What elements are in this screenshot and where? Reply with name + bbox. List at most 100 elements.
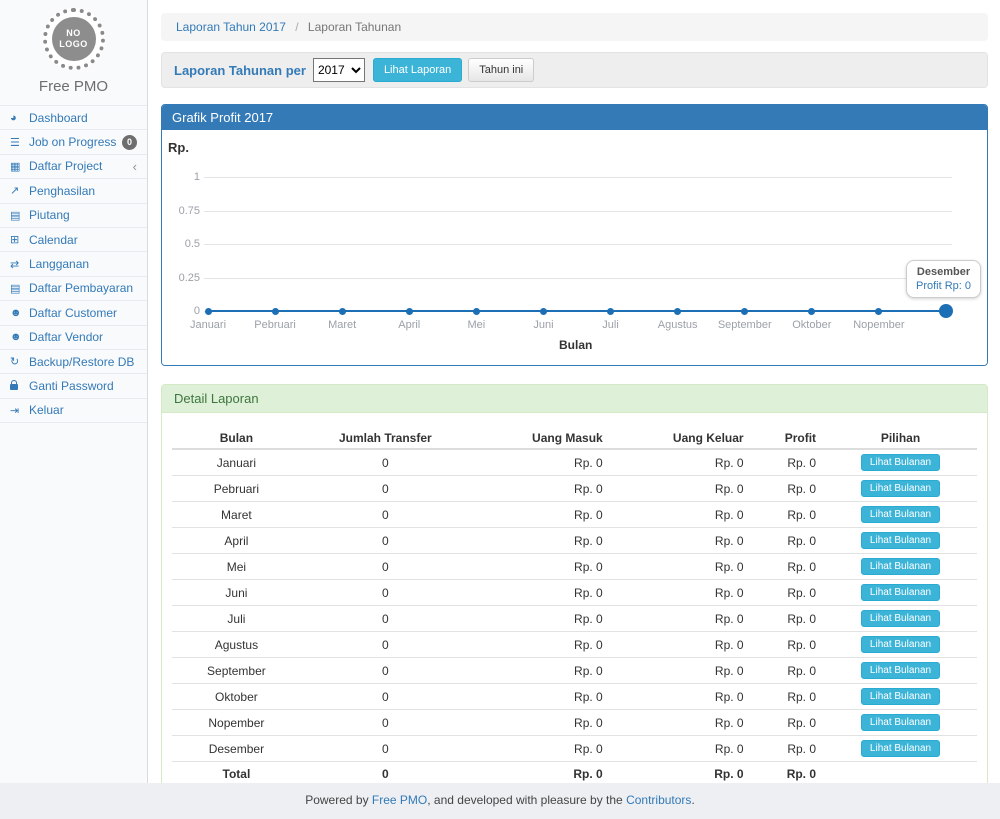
lihat-bulanan-button[interactable]: Lihat Bulanan: [861, 584, 940, 601]
sidebar-item-piutang[interactable]: ▤Piutang: [0, 204, 147, 228]
cell-pilihan: Lihat Bulanan: [824, 554, 977, 580]
sidebar-item-daftar-pembayaran[interactable]: ▤Daftar Pembayaran: [0, 277, 147, 301]
table-row: Mei0Rp. 0Rp. 0Rp. 0Lihat Bulanan: [172, 554, 977, 580]
lihat-bulanan-button[interactable]: Lihat Bulanan: [861, 454, 940, 471]
cell-bulan: Juni: [172, 580, 301, 606]
lihat-bulanan-button[interactable]: Lihat Bulanan: [861, 610, 940, 627]
footer-link-freepmo[interactable]: Free PMO: [372, 793, 427, 807]
footer-text-suffix: .: [691, 793, 694, 807]
cell-uang-keluar: Rp. 0: [611, 658, 752, 684]
data-point-oktober[interactable]: [808, 308, 815, 315]
table-row: Juni0Rp. 0Rp. 0Rp. 0Lihat Bulanan: [172, 580, 977, 606]
data-point-agustus[interactable]: [674, 308, 681, 315]
cell-jumlah-transfer: 0: [301, 554, 470, 580]
sidebar-item-daftar-customer[interactable]: ☻Daftar Customer: [0, 301, 147, 325]
sidebar-item-backup-restore-db[interactable]: ↻Backup/Restore DB: [0, 350, 147, 374]
breadcrumb-link[interactable]: Laporan Tahun 2017: [176, 20, 286, 34]
col-bulan: Bulan: [172, 428, 301, 449]
cell-uang-masuk: Rp. 0: [470, 632, 611, 658]
cell-uang-masuk: Rp. 0: [470, 580, 611, 606]
table-row: Desember0Rp. 0Rp. 0Rp. 0Lihat Bulanan: [172, 736, 977, 762]
cell-uang-keluar: Rp. 0: [611, 476, 752, 502]
lihat-bulanan-button[interactable]: Lihat Bulanan: [861, 662, 940, 679]
table-icon: ▦: [10, 160, 26, 173]
data-point-desember[interactable]: [939, 304, 953, 318]
sidebar-item-label: Daftar Pembayaran: [29, 281, 133, 295]
lihat-bulanan-button[interactable]: Lihat Bulanan: [861, 558, 940, 575]
sidebar-item-langganan[interactable]: ⇄Langganan: [0, 252, 147, 276]
lihat-bulanan-button[interactable]: Lihat Bulanan: [861, 636, 940, 653]
money-icon: ▤: [10, 209, 26, 222]
cell-jumlah-transfer: 0: [301, 606, 470, 632]
year-select[interactable]: 2017: [313, 58, 365, 82]
filter-label: Laporan Tahunan per: [174, 63, 306, 78]
lihat-bulanan-button[interactable]: Lihat Bulanan: [861, 532, 940, 549]
data-point-september[interactable]: [741, 308, 748, 315]
cell-uang-keluar: Rp. 0: [611, 632, 752, 658]
cell-uang-keluar: Rp. 0: [611, 449, 752, 476]
cell-uang-keluar: Rp. 0: [611, 528, 752, 554]
cell-uang-keluar: Rp. 0: [611, 606, 752, 632]
cell-bulan: Desember: [172, 736, 301, 762]
lihat-bulanan-button[interactable]: Lihat Bulanan: [861, 740, 940, 757]
table-row: Maret0Rp. 0Rp. 0Rp. 0Lihat Bulanan: [172, 502, 977, 528]
cell-profit: Rp. 0: [752, 632, 824, 658]
data-point-juni[interactable]: [540, 308, 547, 315]
data-point-pebruari[interactable]: [272, 308, 279, 315]
footer: Powered by Free PMO, and developed with …: [0, 783, 1000, 819]
calendar-icon: ⊞: [10, 233, 26, 246]
cell-profit: Rp. 0: [752, 502, 824, 528]
table-row: Juli0Rp. 0Rp. 0Rp. 0Lihat Bulanan: [172, 606, 977, 632]
table-row: Pebruari0Rp. 0Rp. 0Rp. 0Lihat Bulanan: [172, 476, 977, 502]
cell-profit: Rp. 0: [752, 449, 824, 476]
sidebar-item-keluar[interactable]: ⇥Keluar: [0, 399, 147, 423]
sidebar-item-label: Daftar Customer: [29, 306, 117, 320]
cell-profit: Rp. 0: [752, 580, 824, 606]
cell-jumlah-transfer: 0: [301, 762, 470, 786]
sidebar-item-label: Daftar Project: [29, 159, 102, 173]
table-header-row: Bulan Jumlah Transfer Uang Masuk Uang Ke…: [172, 428, 977, 449]
footer-text-prefix: Powered by: [305, 793, 372, 807]
data-point-mei[interactable]: [473, 308, 480, 315]
cell-jumlah-transfer: 0: [301, 684, 470, 710]
cell-uang-keluar: Rp. 0: [611, 762, 752, 786]
sidebar-item-ganti-password[interactable]: Ganti Password: [0, 374, 147, 398]
footer-link-contributors[interactable]: Contributors: [626, 793, 691, 807]
cell-pilihan: Lihat Bulanan: [824, 684, 977, 710]
cell-uang-masuk: Rp. 0: [470, 606, 611, 632]
cell-uang-masuk: Rp. 0: [470, 684, 611, 710]
chart-panel-title: Grafik Profit 2017: [162, 105, 987, 130]
sidebar-item-dashboard[interactable]: ◕Dashboard: [0, 106, 147, 130]
cell-uang-keluar: Rp. 0: [611, 580, 752, 606]
lihat-bulanan-button[interactable]: Lihat Bulanan: [861, 480, 940, 497]
sidebar-item-daftar-vendor[interactable]: ☻Daftar Vendor: [0, 326, 147, 350]
tahun-ini-button[interactable]: Tahun ini: [468, 58, 534, 82]
cell-bulan: Nopember: [172, 710, 301, 736]
cell-uang-masuk: Rp. 0: [470, 658, 611, 684]
lihat-bulanan-button[interactable]: Lihat Bulanan: [861, 688, 940, 705]
sidebar-item-daftar-project[interactable]: ▦Daftar Project‹: [0, 155, 147, 179]
lihat-bulanan-button[interactable]: Lihat Bulanan: [861, 714, 940, 731]
data-point-nopember[interactable]: [875, 308, 882, 315]
cell-profit: Rp. 0: [752, 554, 824, 580]
sidebar-item-calendar[interactable]: ⊞Calendar: [0, 228, 147, 252]
col-uang-masuk: Uang Masuk: [470, 428, 611, 449]
data-point-januari[interactable]: [205, 308, 212, 315]
tooltip-title: Desember: [916, 266, 971, 278]
cell-pilihan: Lihat Bulanan: [824, 528, 977, 554]
lihat-laporan-button[interactable]: Lihat Laporan: [373, 58, 462, 82]
sidebar-item-penghasilan[interactable]: ↗Penghasilan: [0, 179, 147, 203]
x-tick-label: Nopember: [839, 319, 919, 331]
cell-pilihan: Lihat Bulanan: [824, 502, 977, 528]
col-uang-keluar: Uang Keluar: [611, 428, 752, 449]
cell-pilihan: Lihat Bulanan: [824, 606, 977, 632]
data-point-juli[interactable]: [607, 308, 614, 315]
footer-text-middle: , and developed with pleasure by the: [427, 793, 626, 807]
cell-uang-keluar: Rp. 0: [611, 684, 752, 710]
cell-pilihan: Lihat Bulanan: [824, 736, 977, 762]
sidebar-item-job-on-progress[interactable]: ☰Job on Progress0: [0, 130, 147, 154]
data-point-april[interactable]: [406, 308, 413, 315]
sidebar-item-label: Daftar Vendor: [29, 330, 103, 344]
data-point-maret[interactable]: [339, 308, 346, 315]
lihat-bulanan-button[interactable]: Lihat Bulanan: [861, 506, 940, 523]
